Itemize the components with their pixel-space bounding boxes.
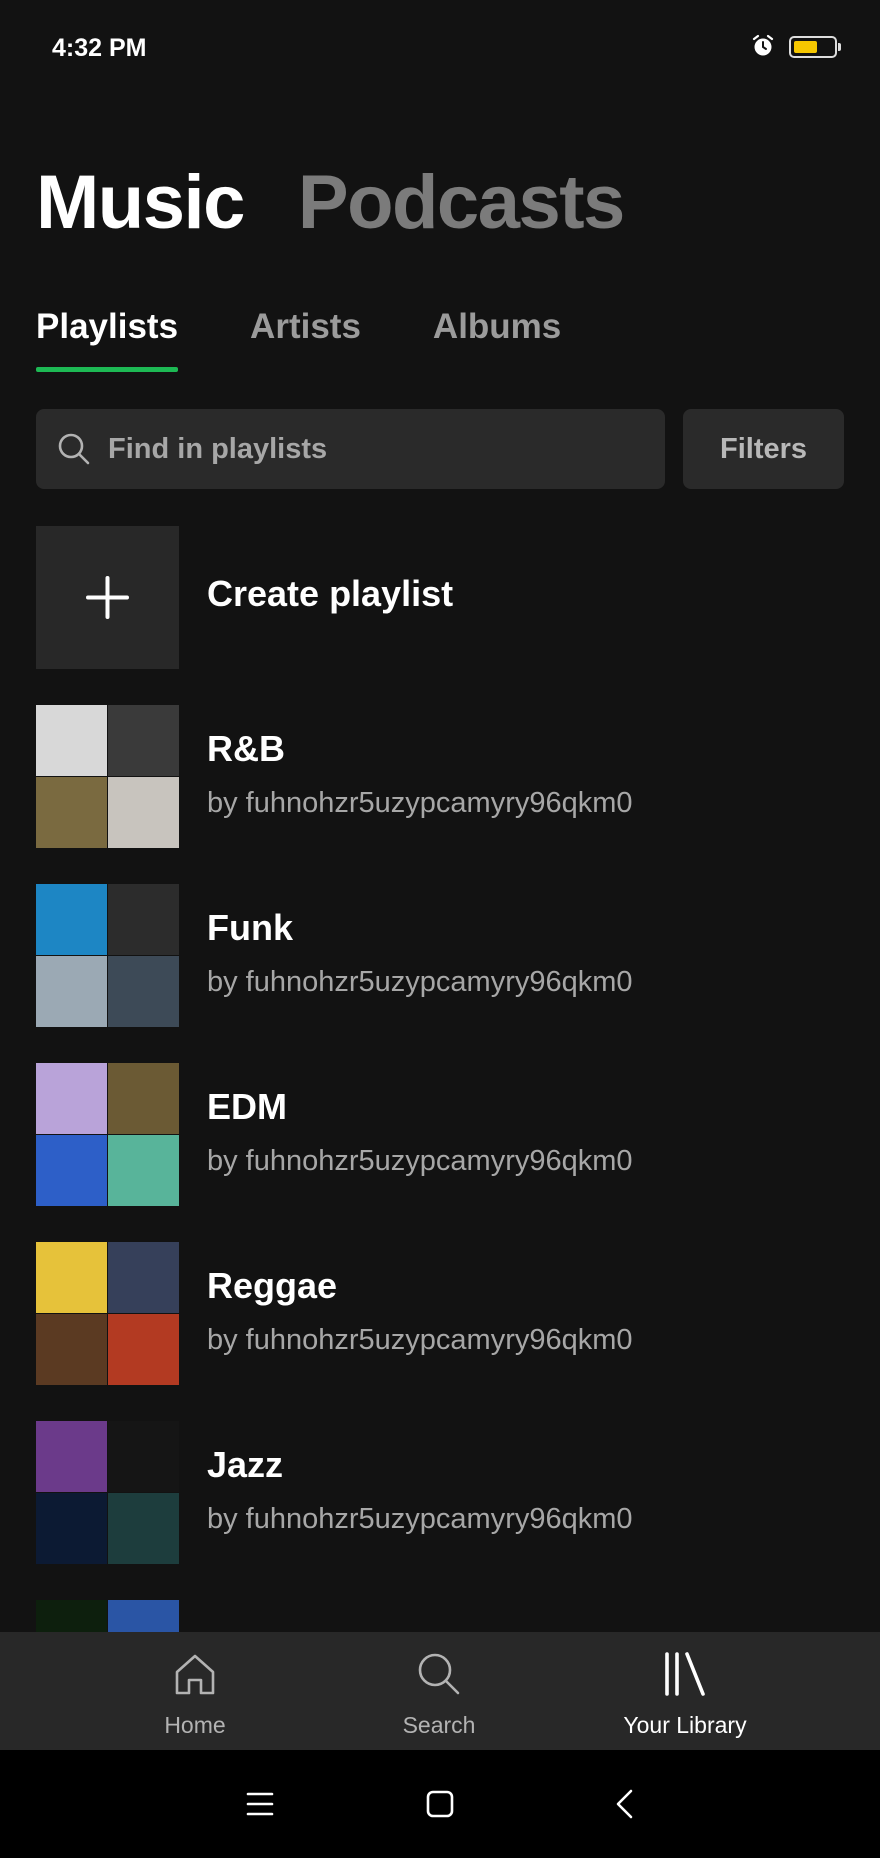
cover-tile — [108, 1063, 179, 1134]
system-nav-bar — [0, 1750, 880, 1858]
list-item[interactable]: R&B by fuhnohzr5uzypcamyry96qkm0 — [36, 705, 844, 848]
search-placeholder: Find in playlists — [108, 433, 328, 465]
nav-home-label: Home — [164, 1712, 226, 1738]
tab-music[interactable]: Music — [36, 158, 245, 248]
cover-tile — [108, 1314, 179, 1385]
nav-search-label: Search — [402, 1712, 476, 1738]
create-playlist-row[interactable]: Create playlist — [36, 526, 844, 669]
tab-playlists[interactable]: Playlists — [36, 302, 179, 372]
cover-tile — [36, 1314, 107, 1385]
create-playlist-label: Create playlist — [207, 573, 454, 614]
tab-podcasts[interactable]: Podcasts — [298, 158, 625, 248]
cover-tile — [36, 1063, 107, 1134]
search-input[interactable]: Find in playlists — [36, 409, 665, 489]
battery-level — [794, 41, 817, 53]
nav-library-label: Your Library — [623, 1712, 747, 1738]
battery-icon — [789, 36, 841, 58]
cover-tile — [108, 884, 179, 955]
nav-your-library[interactable]: Your Library — [585, 1632, 785, 1750]
bottom-nav: Home Search Your Library — [0, 1632, 880, 1750]
tab-albums[interactable]: Albums — [433, 302, 561, 372]
tab-artists[interactable]: Artists — [250, 302, 361, 372]
playlist-owner: by fuhnohzr5uzypcamyry96qkm0 — [207, 1145, 633, 1177]
menu-icon[interactable] — [242, 1786, 278, 1822]
library-type-tabs: Music Podcasts — [36, 158, 678, 248]
playlist-title: Jazz — [207, 1444, 284, 1485]
list-item[interactable]: Reggae by fuhnohzr5uzypcamyry96qkm0 — [36, 1242, 844, 1385]
alarm-icon — [752, 34, 774, 56]
cover-tile — [36, 777, 107, 848]
playlist-cover — [36, 1421, 179, 1564]
library-filter-tabs: Playlists Artists Albums — [36, 302, 633, 372]
cover-tile — [36, 1600, 107, 1632]
cover-tile — [108, 1242, 179, 1313]
playlist-cover — [36, 1242, 179, 1385]
playlist-cover — [36, 884, 179, 1027]
cover-tile — [108, 956, 179, 1027]
playlist-title: Funk — [207, 907, 293, 948]
plus-icon — [86, 576, 129, 619]
nav-search[interactable]: Search — [339, 1632, 539, 1750]
cover-tile — [36, 1135, 107, 1206]
playlist-owner: by fuhnohzr5uzypcamyry96qkm0 — [207, 966, 633, 998]
search-icon — [418, 1653, 460, 1695]
cover-tile — [36, 1242, 107, 1313]
home-square-icon[interactable] — [422, 1786, 458, 1822]
home-icon — [175, 1654, 215, 1695]
cover-tile — [108, 1421, 179, 1492]
library-icon — [665, 1652, 705, 1696]
playlist-cover — [36, 1063, 179, 1206]
list-item[interactable]: EDM by fuhnohzr5uzypcamyry96qkm0 — [36, 1063, 844, 1206]
back-icon[interactable] — [608, 1786, 644, 1822]
cover-tile — [108, 1135, 179, 1206]
status-bar: 4:32 PM — [0, 0, 880, 96]
playlist-cover — [36, 705, 179, 848]
list-item[interactable]: Jazz by fuhnohzr5uzypcamyry96qkm0 — [36, 1421, 844, 1564]
playlist-title: EDM — [207, 1086, 287, 1127]
cover-tile — [36, 1421, 107, 1492]
cover-tile — [108, 777, 179, 848]
nav-home[interactable]: Home — [95, 1632, 295, 1750]
cover-tile — [36, 884, 107, 955]
cover-tile — [108, 1493, 179, 1564]
playlist-title: R&B — [207, 728, 285, 769]
playlist-list: Create playlist R&B by fuhnohzr5uzypcamy… — [36, 526, 844, 1632]
playlist-owner: by fuhnohzr5uzypcamyry96qkm0 — [207, 1503, 633, 1535]
cover-tile — [36, 1493, 107, 1564]
playlist-owner: by fuhnohzr5uzypcamyry96qkm0 — [207, 787, 633, 819]
cover-tile — [108, 705, 179, 776]
cover-tile — [36, 705, 107, 776]
playlist-owner: by fuhnohzr5uzypcamyry96qkm0 — [207, 1324, 633, 1356]
status-time: 4:32 PM — [52, 34, 147, 62]
filters-button[interactable]: Filters — [683, 409, 844, 489]
playlist-cover — [36, 1600, 179, 1632]
playlist-title: Reggae — [207, 1265, 338, 1306]
search-icon — [58, 433, 90, 465]
cover-tile — [36, 956, 107, 1027]
list-item[interactable]: Funk by fuhnohzr5uzypcamyry96qkm0 — [36, 884, 844, 1027]
list-item[interactable] — [36, 1600, 844, 1632]
cover-tile — [108, 1600, 179, 1632]
create-playlist-thumb — [36, 526, 179, 669]
